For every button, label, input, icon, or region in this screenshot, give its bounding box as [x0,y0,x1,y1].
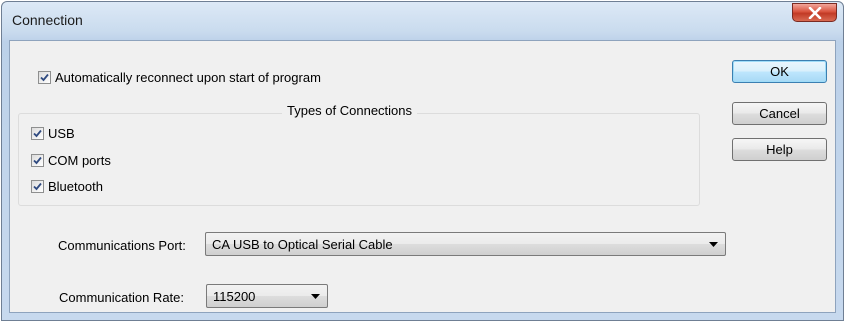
help-button[interactable]: Help [732,138,827,161]
bluetooth-option[interactable]: Bluetooth [31,177,103,195]
com-ports-option[interactable]: COM ports [31,151,111,169]
chevron-down-icon [709,242,718,247]
ok-button[interactable]: OK [732,60,827,83]
auto-reconnect-option[interactable]: Automatically reconnect upon start of pr… [38,68,321,86]
checkmark-icon [33,129,42,137]
checkmark-icon [33,182,42,190]
communication-rate-label: Communication Rate: [59,290,184,305]
usb-checkbox[interactable] [31,126,44,140]
communications-port-value: CA USB to Optical Serial Cable [212,237,393,252]
connection-types-group [18,113,700,206]
close-button[interactable] [792,3,837,22]
close-icon [808,7,822,19]
dialog-body: Automatically reconnect upon start of pr… [9,40,836,313]
cancel-button[interactable]: Cancel [732,102,827,125]
connection-types-title: Types of Connections [282,103,418,118]
usb-option[interactable]: USB [31,124,75,142]
communication-rate-value: 115200 [213,289,256,304]
checkmark-icon [33,156,42,164]
chevron-down-icon [311,294,320,299]
auto-reconnect-checkbox[interactable] [38,70,51,84]
usb-label: USB [48,125,75,141]
communications-port-label: Communications Port: [58,238,186,253]
com-ports-checkbox[interactable] [31,153,44,167]
bluetooth-checkbox[interactable] [31,179,44,193]
bluetooth-label: Bluetooth [48,178,103,194]
communication-rate-select[interactable]: 115200 [206,284,328,308]
com-ports-label: COM ports [48,152,111,168]
window-title: Connection [12,12,83,28]
checkmark-icon [40,73,49,81]
connection-dialog: Connection Automatically reconnect upon … [1,1,844,321]
communications-port-select[interactable]: CA USB to Optical Serial Cable [205,232,726,256]
auto-reconnect-label: Automatically reconnect upon start of pr… [55,69,321,85]
title-bar[interactable]: Connection [2,2,843,40]
